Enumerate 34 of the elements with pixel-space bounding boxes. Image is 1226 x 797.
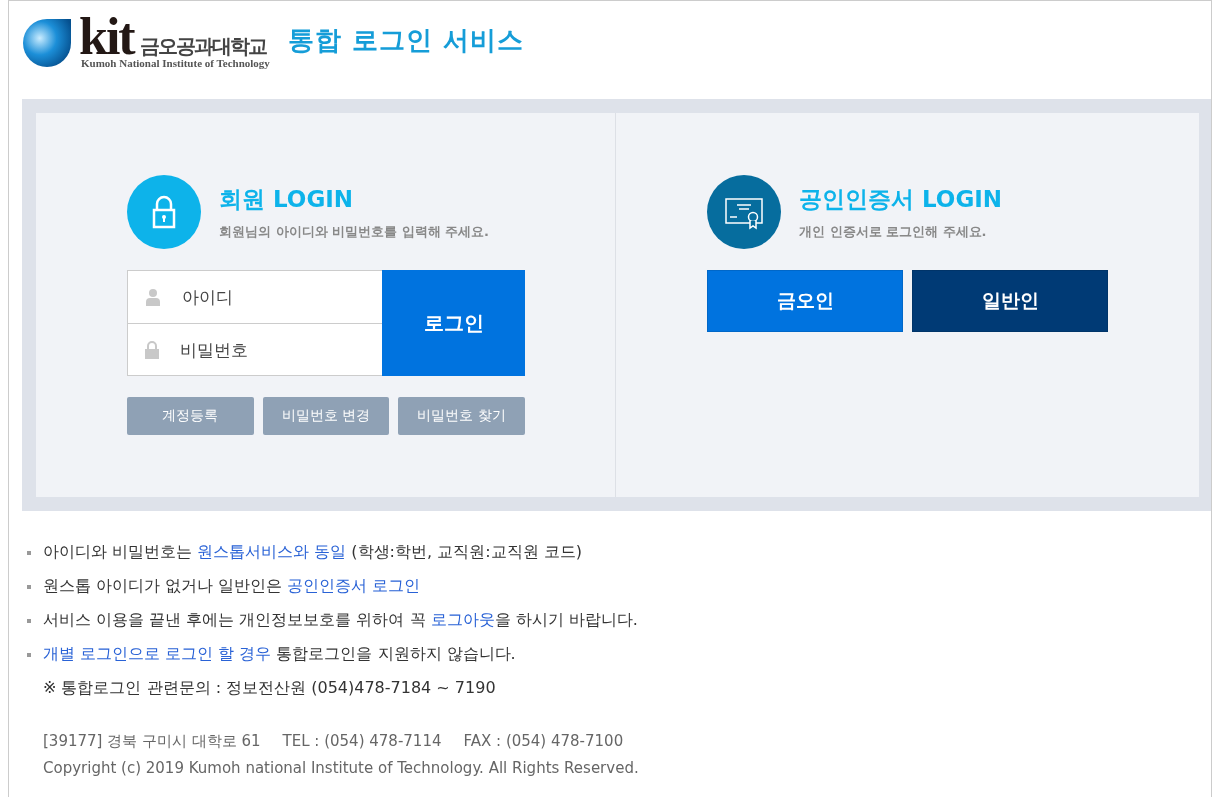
logo-wordmark: kit	[79, 17, 134, 57]
certificate-login-title: 공인인증서 LOGIN	[799, 184, 1003, 214]
bullet-icon	[27, 652, 31, 657]
certificate-login-button[interactable]: 금오인	[707, 270, 903, 332]
notice-link[interactable]: 개별 로그인으로 로그인 할 경우	[43, 644, 272, 663]
id-field[interactable]: 아이디	[180, 286, 354, 308]
notice-text: ※ 통합로그인 관련문의 : 정보전산원 (054)478-7184 ~ 7190	[43, 678, 496, 699]
certificate-icon	[707, 175, 781, 249]
login-button[interactable]: 로그인	[382, 270, 525, 376]
notice-link[interactable]: 로그아웃	[430, 610, 495, 629]
user-icon	[144, 288, 162, 306]
footer-phone: TEL : (054) 478-7114	[282, 732, 442, 751]
notice-link[interactable]: 공인인증서 로그인	[287, 576, 421, 595]
bullet-icon	[27, 584, 31, 589]
notice-text: 아이디와 비밀번호는 원스톱서비스와 동일 (학생:학번, 교직원:교직원 코드)	[43, 542, 582, 563]
lock-icon	[127, 175, 201, 249]
page-title: 통합 로그인 서비스	[287, 23, 524, 57]
password-field[interactable]: 비밀번호	[178, 338, 352, 361]
certificate-login-button[interactable]: 일반인	[912, 270, 1108, 332]
lock-icon	[144, 340, 160, 359]
member-login-subtitle: 회원님의 아이디와 비밀번호를 입력해 주세요.	[219, 222, 490, 241]
certificate-login-subtitle: 개인 인증서로 로그인해 주세요.	[799, 222, 988, 241]
footer-address: [39177] 경북 구미시 대학로 61	[43, 732, 261, 751]
notice-text: 원스톱 아이디가 없거나 일반인은 공인인증서 로그인	[43, 576, 421, 597]
university-english-name: Kumoh National Institute of Technology	[81, 57, 270, 69]
notice-text: 서비스 이용을 끝낸 후에는 개인정보보호를 위하여 꼭 로그아웃을 하시기 바랍니다.	[43, 610, 638, 631]
member-login-title: 회원 LOGIN	[219, 184, 355, 214]
notice-link[interactable]: 원스톱서비스와 동일	[197, 542, 347, 561]
bullet-icon	[27, 618, 31, 623]
university-name: 금오공과대학교	[139, 35, 266, 57]
bullet-icon	[27, 550, 31, 555]
notice-text: 개별 로그인으로 로그인 할 경우 통합로그인을 지원하지 않습니다.	[43, 644, 516, 665]
copyright-text: Copyright (c) 2019 Kumoh national Institute of Technology. All Rights Reserved.	[43, 759, 640, 777]
footer-fax: FAX : (054) 478-7100	[463, 732, 624, 751]
